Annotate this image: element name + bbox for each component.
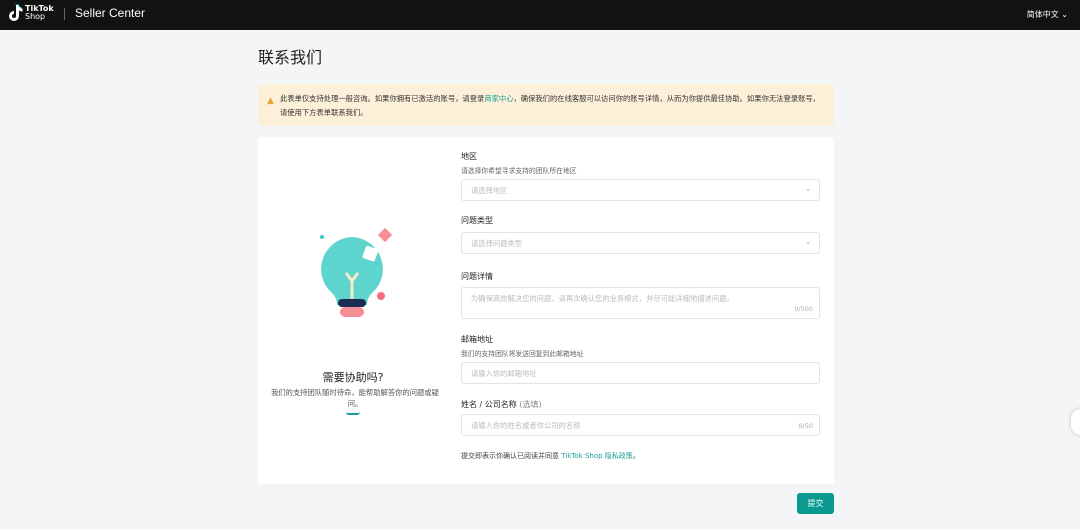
optional-tag: (选填) (519, 400, 542, 409)
name-input[interactable]: 请输入你的姓名或者你公司的名称 0/50 (461, 414, 820, 436)
chevron-down-icon: ⌄ (1061, 10, 1068, 19)
name-label-text: 姓名 / 公司名称 (461, 400, 517, 409)
privacy-note: 提交即表示你确认已阅读并同意 TikTok Shop 隐私政策。 (461, 451, 640, 461)
info-alert: ▲ 此表单仅支持处理一般咨询。如果你拥有已激活的账号，请登录商家中心，确保我们的… (258, 84, 834, 126)
tiktok-shop-logo[interactable]: TikTok Shop (9, 4, 54, 22)
details-char-count: 0/500 (794, 305, 813, 313)
lightbulb-illustration-icon (320, 227, 392, 317)
region-hint: 请选择你希望寻求支持的团队所在地区 (461, 167, 577, 175)
accent-mark (346, 412, 360, 415)
submit-button[interactable]: 提交 (797, 493, 834, 514)
region-select[interactable]: 请选择地区 ⌄ (461, 179, 820, 201)
details-label: 问题详情 (461, 272, 493, 281)
help-panel: 需要协助吗? 我们的支持团队随时待命，能帮助解答你的问题或疑问。 (258, 137, 448, 484)
issue-type-label: 问题类型 (461, 216, 493, 225)
email-input[interactable]: 请输入你的邮箱地址 (461, 362, 820, 384)
issue-type-select[interactable]: 请选择问题类型 ⌄ (461, 232, 820, 254)
privacy-policy-link[interactable]: TikTok Shop 隐私政策 (561, 452, 633, 460)
chevron-down-icon: ⌄ (805, 238, 811, 246)
email-placeholder: 请输入你的邮箱地址 (471, 369, 537, 378)
note-end: 。 (632, 452, 640, 460)
details-textarea[interactable]: 为确保高效解决您的问题，请再次确认您的业务模式，并尽可能详细地描述问题。 0/50… (461, 287, 820, 319)
seller-center-link[interactable]: 商家中心 (484, 94, 513, 103)
tiktok-logo-icon (9, 4, 23, 21)
name-placeholder: 请输入你的姓名或者你公司的名称 (471, 421, 581, 430)
region-label: 地区 (461, 152, 477, 161)
email-hint: 我们的支持团队将发送回复到此邮箱地址 (461, 350, 584, 358)
issue-type-placeholder: 请选择问题类型 (471, 239, 523, 248)
warning-icon: ▲ (267, 96, 274, 106)
divider (64, 8, 65, 20)
logo-line2: Shop (25, 12, 46, 21)
note-text: 提交即表示你确认已阅读并同意 (461, 452, 562, 460)
contact-form-card: 需要协助吗? 我们的支持团队随时待命，能帮助解答你的问题或疑问。 地区 请选择你… (258, 137, 834, 484)
chevron-down-icon: ⌄ (805, 185, 811, 193)
name-char-count: 0/50 (798, 422, 813, 430)
help-description: 我们的支持团队随时待命，能帮助解答你的问题或疑问。 (271, 388, 439, 408)
email-label: 邮箱地址 (461, 335, 493, 344)
alert-text-before: 此表单仅支持处理一般咨询。如果你拥有已激活的账号，请登录 (280, 94, 485, 103)
floating-help-button[interactable] (1071, 409, 1080, 435)
details-placeholder: 为确保高效解决您的问题，请再次确认您的业务模式，并尽可能详细地描述问题。 (471, 294, 734, 303)
language-label: 简体中文 (1026, 10, 1059, 19)
app-name: Seller Center (75, 6, 146, 20)
page-title: 联系我们 (258, 48, 323, 67)
top-bar: TikTok Shop Seller Center 简体中文 ⌄ (0, 0, 1080, 30)
help-title: 需要协助吗? (322, 371, 384, 384)
name-label: 姓名 / 公司名称 (选填) (461, 399, 542, 410)
language-selector[interactable]: 简体中文 ⌄ (1027, 9, 1068, 20)
region-placeholder: 请选择地区 (471, 186, 508, 195)
